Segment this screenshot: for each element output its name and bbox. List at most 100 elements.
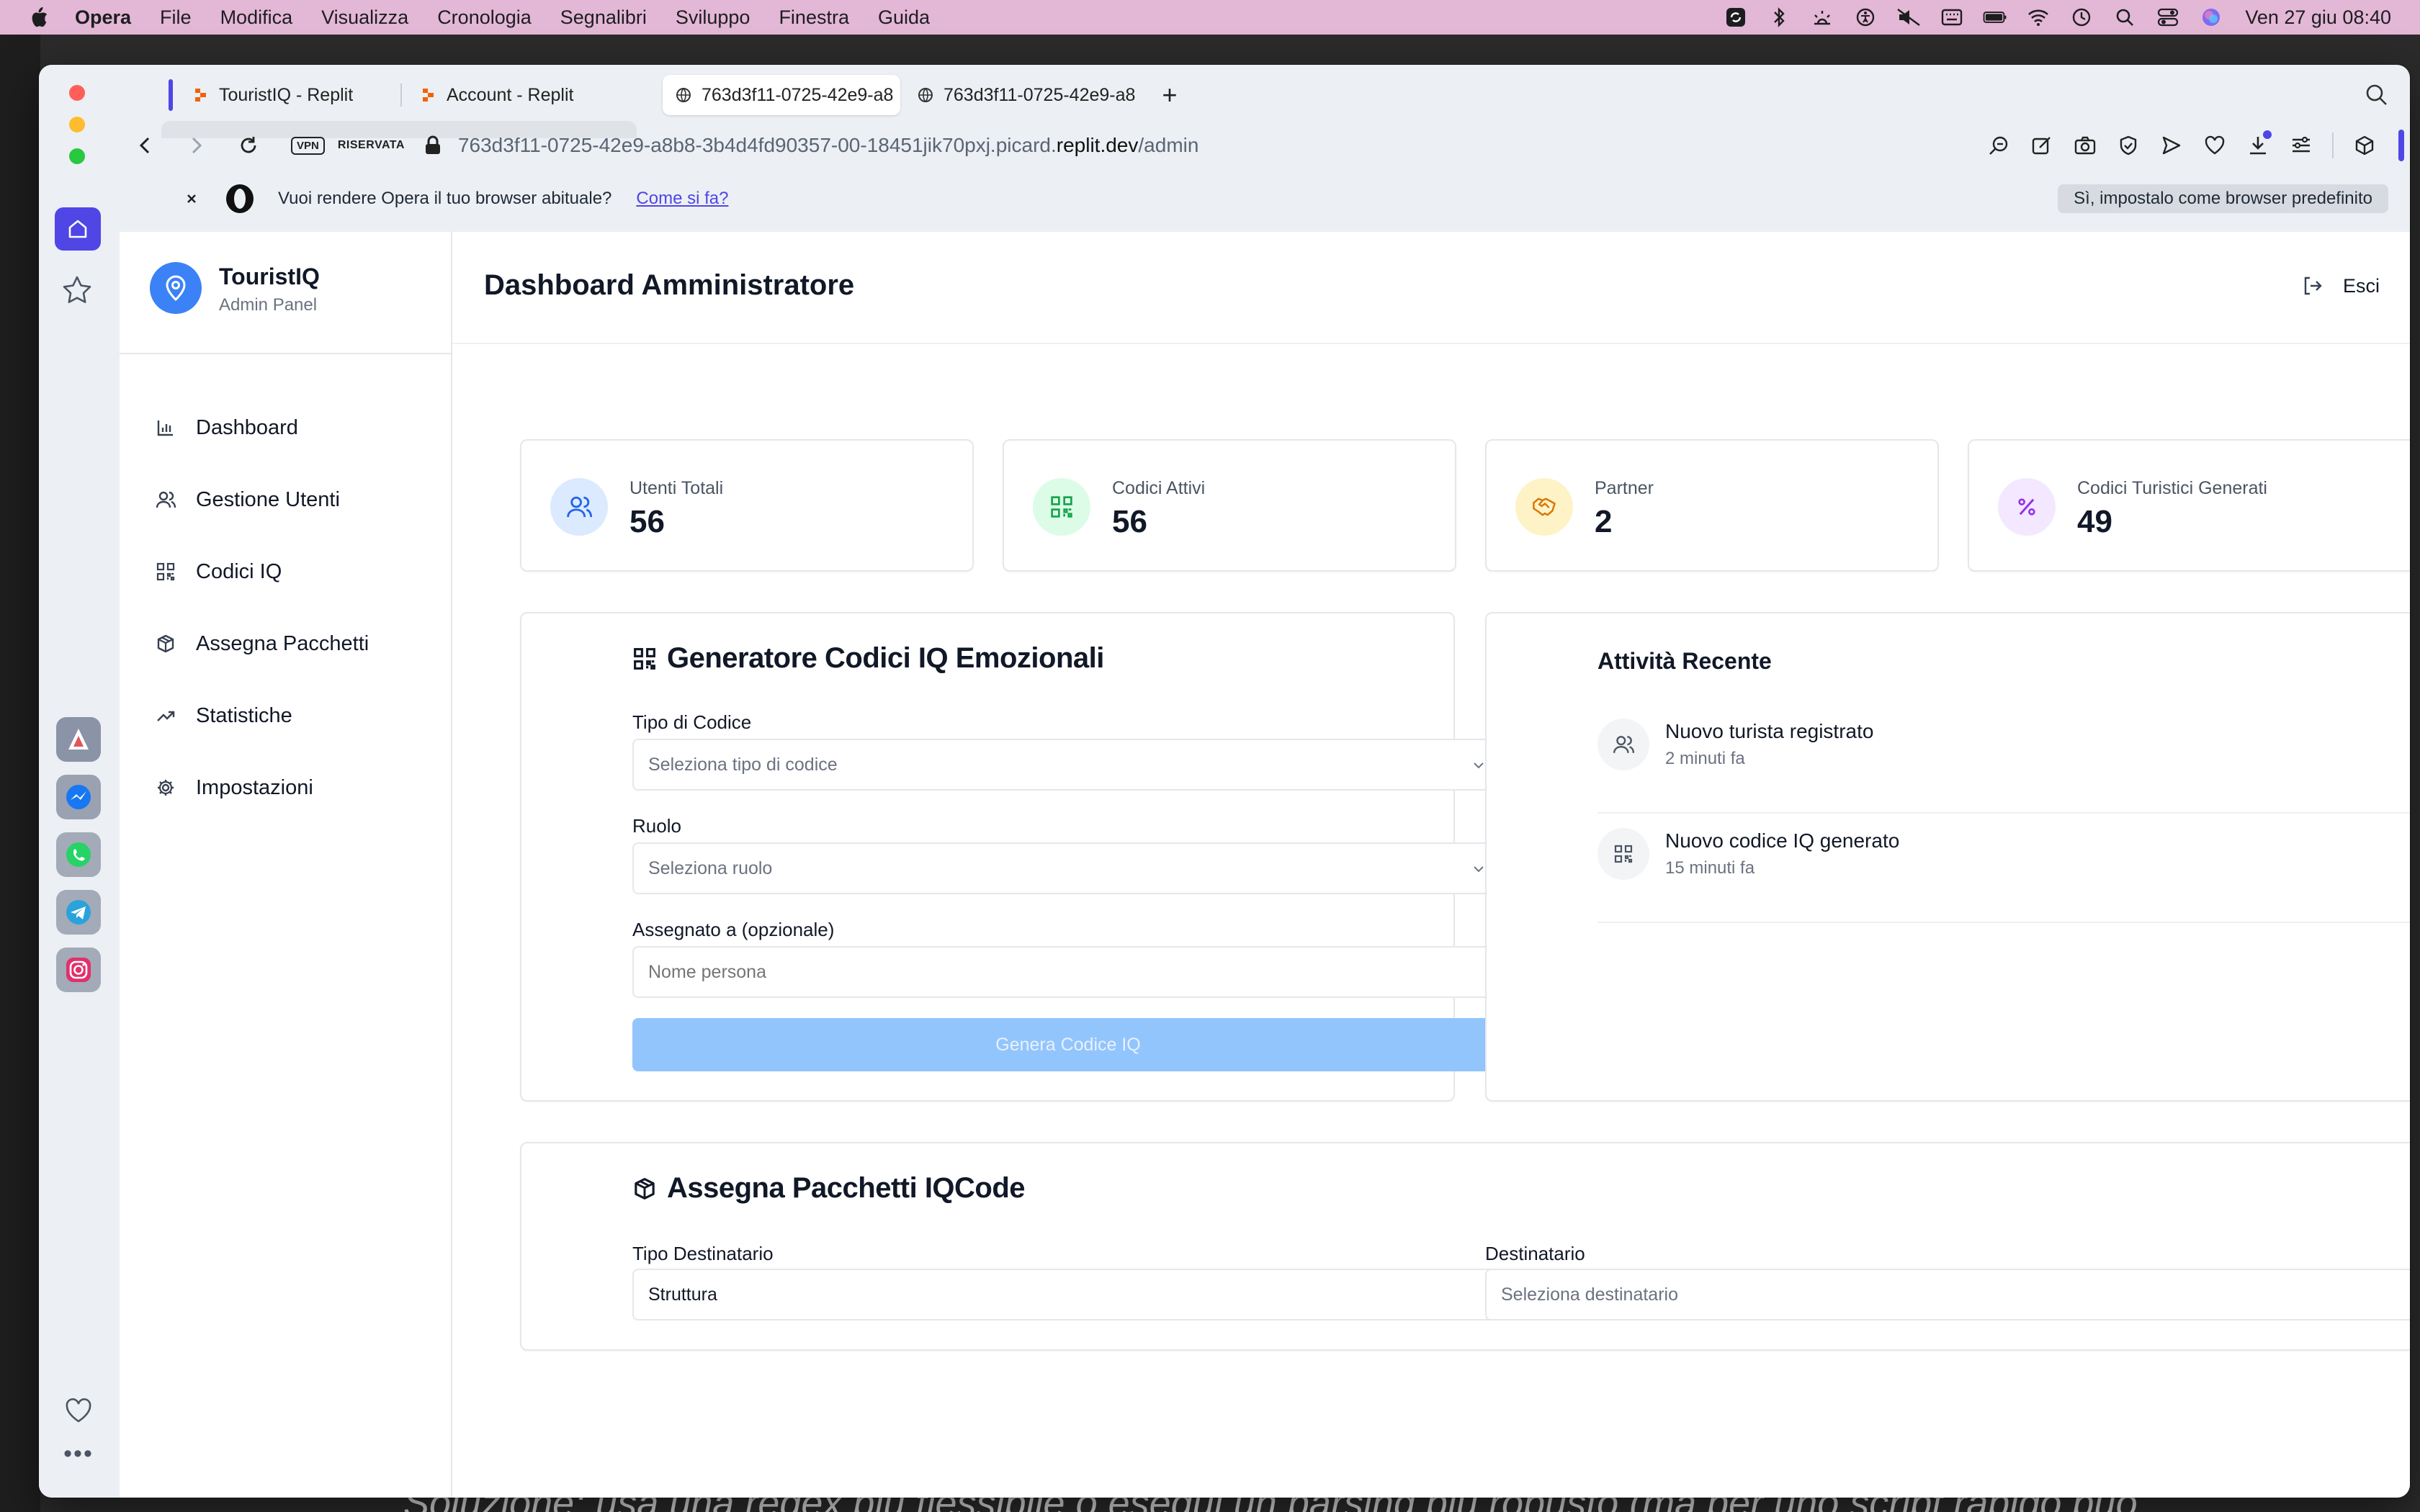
snapshot-camera-icon[interactable]	[2073, 133, 2097, 158]
control-center-icon[interactable]	[2156, 6, 2180, 28]
adblock-shield-icon[interactable]	[2116, 133, 2141, 158]
lock-icon[interactable]	[424, 135, 442, 156]
sidebar-item-dashboard[interactable]: Dashboard	[148, 406, 429, 449]
back-arrow-icon[interactable]	[133, 133, 157, 158]
sidebar-item-impostazioni[interactable]: Impostazioni	[148, 766, 429, 809]
brand-subtitle: Admin Panel	[219, 295, 318, 315]
more-options-icon[interactable]: •••	[60, 1440, 97, 1467]
whatsapp-icon[interactable]	[56, 832, 101, 877]
window-close-button[interactable]	[69, 85, 85, 101]
bluetooth-icon[interactable]	[1767, 6, 1791, 28]
apple-logo-icon[interactable]	[29, 6, 49, 28]
stat-card-utenti-totali: Utenti Totali 56	[520, 439, 974, 572]
siri-icon[interactable]	[2199, 6, 2223, 28]
sidebar-item-gestione-utenti[interactable]: Gestione Utenti	[148, 478, 429, 521]
notice-help-link[interactable]: Come si fa?	[636, 189, 728, 209]
tab-account-replit[interactable]: Account - Replit	[408, 75, 653, 115]
sync-icon[interactable]	[1724, 6, 1748, 28]
set-default-browser-button[interactable]: Sì, impostalo come browser predefinito	[2058, 184, 2388, 213]
activity-time: 2 minuti fa	[1665, 749, 1745, 768]
role-label: Ruolo	[632, 815, 681, 837]
forward-arrow-icon[interactable]	[184, 133, 209, 158]
downloads-icon[interactable]	[2246, 130, 2272, 158]
menu-segnalibri[interactable]: Segnalibri	[560, 6, 647, 29]
url-prefix: 763d3f11-0725-42e9-a8b8-3b4d4fd90357-00-…	[457, 134, 1057, 156]
battery-icon[interactable]	[1983, 6, 2007, 28]
logout-button[interactable]: Esci	[2301, 268, 2380, 304]
page-search-icon[interactable]	[1986, 133, 2011, 158]
heart-icon[interactable]	[63, 1395, 94, 1426]
menu-cronologia[interactable]: Cronologia	[437, 6, 532, 29]
messenger-icon[interactable]	[56, 775, 101, 819]
time-machine-icon[interactable]	[2069, 6, 2094, 28]
vpn-badge[interactable]: VPN	[291, 136, 325, 155]
edit-icon[interactable]	[2030, 133, 2054, 158]
tab-admin-active[interactable]: 763d3f11-0725-42e9-a8	[663, 75, 900, 115]
recent-activity-title: Attività Recente	[1597, 648, 1772, 674]
extensions-cube-icon[interactable]	[2352, 133, 2377, 158]
menu-sviluppo[interactable]: Sviluppo	[676, 6, 750, 29]
url-text[interactable]: 763d3f11-0725-42e9-a8b8-3b4d4fd90357-00-…	[458, 134, 1198, 157]
role-select[interactable]: Seleziona ruolo	[632, 842, 1504, 894]
telegram-icon[interactable]	[56, 890, 101, 935]
send-icon[interactable]	[2159, 133, 2184, 158]
code-type-label: Tipo di Codice	[632, 711, 752, 733]
generator-title: Generatore Codici IQ Emozionali	[632, 642, 1104, 675]
menu-modifica[interactable]: Modifica	[220, 6, 293, 29]
brand-name: TouristIQ	[219, 264, 320, 289]
brand-header: TouristIQ Admin Panel	[120, 232, 452, 354]
menu-file[interactable]: File	[160, 6, 192, 29]
stat-value: 49	[2077, 504, 2112, 539]
accessibility-icon[interactable]	[1853, 6, 1878, 28]
instagram-icon[interactable]	[56, 948, 101, 992]
activity-title: Nuovo codice IQ generato	[1665, 829, 1900, 852]
sidebar-item-codici-iq[interactable]: Codici IQ	[148, 550, 429, 593]
assigned-to-input[interactable]	[632, 946, 1504, 998]
window-minimize-button[interactable]	[69, 117, 85, 132]
menubar-clock[interactable]: Ven 27 giu 08:40	[2245, 6, 2391, 29]
easy-setup-menu-icon[interactable]	[2289, 133, 2313, 158]
generate-code-button[interactable]: Genera Codice IQ	[632, 1018, 1504, 1071]
close-icon[interactable]	[182, 189, 202, 209]
settings-icon	[158, 780, 174, 796]
bookmarks-star-icon[interactable]	[60, 274, 94, 307]
url-host: replit.dev	[1056, 134, 1139, 156]
new-tab-plus-icon[interactable]: +	[1155, 80, 1184, 109]
aria-icon[interactable]	[56, 717, 101, 762]
generator-title-text: Generatore Codici IQ Emozionali	[667, 642, 1104, 674]
qr-code-icon	[156, 562, 175, 581]
reload-icon[interactable]	[236, 133, 261, 158]
stat-label: Codici Attivi	[1112, 478, 1206, 498]
admin-sidebar: TouristIQ Admin Panel Dashboard Gestione…	[120, 232, 452, 1498]
url-path: /admin	[1138, 134, 1199, 156]
wifi-icon[interactable]	[2026, 6, 2051, 28]
menu-finestra[interactable]: Finestra	[779, 6, 849, 29]
desktop-background-window	[0, 35, 40, 1512]
tab-touristiq-replit[interactable]: TouristIQ - Replit	[180, 75, 396, 115]
tab-search-icon[interactable]	[2364, 82, 2390, 108]
tab-admin-duplicate[interactable]: 763d3f11-0725-42e9-a8	[905, 75, 1142, 115]
code-type-select[interactable]: Seleziona tipo di codice	[632, 739, 1504, 791]
recipient-select[interactable]: Seleziona destinatario	[1485, 1269, 2410, 1320]
menu-app-name[interactable]: Opera	[75, 6, 131, 29]
window-maximize-button[interactable]	[69, 148, 85, 164]
users-icon	[550, 478, 608, 536]
chevron-down-icon	[1474, 866, 1484, 873]
menu-visualizza[interactable]: Visualizza	[321, 6, 408, 29]
favorite-heart-icon[interactable]	[2202, 133, 2227, 158]
brightness-icon[interactable]	[1810, 6, 1834, 28]
sidebar-item-statistiche[interactable]: Statistiche	[148, 694, 429, 737]
stat-label: Codici Turistici Generati	[2077, 478, 2267, 498]
menu-guida[interactable]: Guida	[878, 6, 930, 29]
qr-code-icon	[634, 647, 655, 670]
sidebar-item-assegna-pacchetti[interactable]: Assegna Pacchetti	[148, 622, 429, 665]
spotlight-search-icon[interactable]	[2112, 6, 2137, 28]
stat-card-codici-turistici: Codici Turistici Generati 49	[1968, 439, 2410, 572]
home-icon[interactable]	[55, 207, 101, 251]
keyboard-icon[interactable]	[1940, 6, 1964, 28]
mute-icon[interactable]	[1896, 6, 1921, 28]
activity-title: Nuovo turista registrato	[1665, 720, 1874, 742]
stat-label: Utenti Totali	[629, 478, 724, 498]
package-icon	[635, 1177, 655, 1200]
recipient-type-select[interactable]: Struttura	[632, 1269, 1536, 1320]
